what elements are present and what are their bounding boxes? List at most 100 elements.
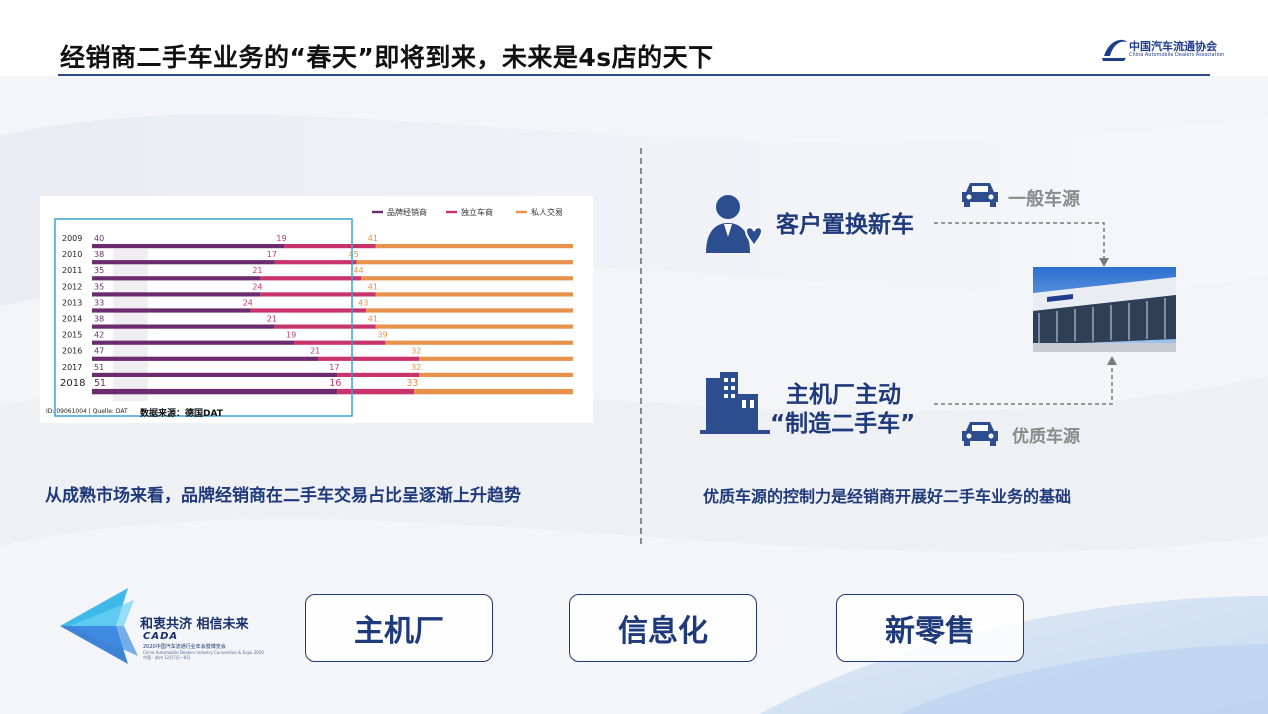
data-label: 21 — [267, 315, 277, 324]
bar-segment — [375, 244, 573, 249]
bar-segment — [92, 356, 319, 361]
general-source-label: 一般车源 — [1008, 189, 1080, 210]
year-tick-label: 2018 — [60, 378, 85, 389]
data-label: 19 — [286, 331, 296, 340]
data-label: 24 — [252, 282, 262, 291]
button-oem[interactable]: 主机厂 — [305, 594, 493, 662]
logo-en-text: China Automobile Dealers Association — [1129, 52, 1225, 58]
data-label: 24 — [243, 298, 253, 307]
left-caption: 从成熟市场来看，品牌经销商在二手车交易占比呈逐渐上升趋势 — [45, 486, 521, 506]
bar-segment — [92, 292, 261, 297]
bar-segment — [419, 356, 573, 361]
year-tick-label: 2010 — [62, 250, 82, 259]
bar-segment — [260, 276, 362, 281]
title-underline — [58, 74, 1210, 76]
data-label: 42 — [94, 331, 104, 340]
cada-logo: 中国汽车流通协会 China Automobile Dealers Associ… — [1100, 36, 1224, 64]
customer-trade-in-label: 客户置换新车 — [776, 212, 914, 238]
right-caption: 优质车源的控制力是经销商开展好二手车业务的基础 — [703, 487, 1072, 506]
bar-segment — [318, 356, 420, 361]
data-label: 51 — [94, 378, 106, 389]
data-label: 41 — [368, 234, 378, 243]
bar-segment — [92, 276, 261, 281]
year-tick-label: 2014 — [62, 315, 82, 324]
year-tick-label: 2009 — [62, 234, 82, 243]
chart-source: 数据来源：德国DAT — [140, 409, 223, 419]
data-label: 33 — [94, 298, 104, 307]
bar-segment — [419, 372, 573, 377]
data-label: 16 — [329, 378, 341, 389]
data-label: 45 — [349, 250, 359, 259]
bar-segment — [92, 340, 295, 345]
data-label: 32 — [411, 363, 421, 372]
legend-label: 私人交易 — [531, 207, 563, 217]
bar-segment — [260, 292, 376, 297]
bar-segment — [375, 324, 573, 329]
bar-segment — [92, 372, 338, 377]
bar-segment — [294, 340, 386, 345]
bar-segment — [92, 308, 251, 313]
year-tick-label: 2012 — [62, 282, 82, 291]
data-label: 17 — [267, 250, 277, 259]
data-label: 44 — [353, 266, 363, 275]
data-label: 17 — [329, 363, 339, 372]
event-cada: CADA — [143, 631, 179, 642]
legend-label: 品牌经销商 — [387, 207, 427, 217]
data-label: 38 — [94, 315, 104, 324]
year-tick-label: 2016 — [62, 347, 82, 356]
data-label: 47 — [94, 347, 104, 356]
data-label: 43 — [358, 298, 368, 307]
bar-segment — [92, 260, 275, 265]
quality-source-label: 优质车源 — [1012, 427, 1080, 447]
bar-segment — [92, 388, 338, 395]
cada-logo-mark-icon — [1102, 39, 1127, 61]
data-label: 33 — [406, 378, 418, 389]
data-label: 41 — [368, 315, 378, 324]
chart-svg: l品牌经销商 独立车商 私人交易2009 40 19 412010 38 17 452011 35… — [54, 207, 573, 423]
bar-segment — [414, 388, 573, 395]
car-icon — [962, 183, 998, 207]
bar-segment — [284, 244, 376, 249]
data-label: 21 — [252, 266, 262, 275]
factory-icon — [700, 372, 770, 434]
dealer-share-chart: l 品牌经销商 独立车商 私人交易 2009 40 19 41 2010 38 17 45 2011 35… — [40, 196, 593, 423]
dealership-photo — [1033, 267, 1176, 352]
data-label: 21 — [310, 347, 320, 356]
bar-segment — [274, 324, 376, 329]
data-label: 35 — [94, 282, 104, 291]
bar-segment — [361, 276, 573, 281]
car-icon — [962, 422, 998, 446]
data-label: 32 — [411, 347, 421, 356]
year-tick-label: 2015 — [62, 331, 82, 340]
data-label: 51 — [94, 363, 104, 372]
bar-segment — [92, 244, 285, 249]
year-tick-label: 2017 — [62, 363, 82, 372]
data-label: 40 — [94, 234, 104, 243]
button-new-retail[interactable]: 新零售 — [836, 594, 1024, 662]
event-name: 2020中国汽车流通行业年会暨博览会 — [143, 644, 226, 650]
bar-segment — [385, 340, 573, 345]
data-label: 19 — [276, 234, 286, 243]
customer-heart-icon — [706, 195, 764, 253]
bar-segment — [337, 372, 420, 377]
data-label: 35 — [94, 266, 104, 275]
chart-footer-id: ID: 09061004 | Quelle: DAT — [46, 408, 128, 415]
bar-segment — [92, 324, 275, 329]
data-label: 38 — [94, 250, 104, 259]
bar-segment — [375, 292, 573, 297]
slide-title: 经销商二手车业务的“春天”即将到来，未来是4s店的天下 — [60, 43, 714, 72]
legend-label: 独立车商 — [461, 207, 493, 217]
bar-segment — [250, 308, 367, 313]
button-informatization[interactable]: 信息化 — [569, 594, 757, 662]
year-tick-label: 2013 — [62, 298, 82, 307]
data-label: 39 — [377, 331, 387, 340]
event-date-location: 中国 · 苏州 12月7日—8日 — [143, 655, 191, 660]
bar-segment — [366, 308, 573, 313]
center-divider — [640, 148, 642, 544]
event-slogan: 和衷共济 相信未来 — [140, 617, 249, 632]
bar-segment — [356, 260, 573, 265]
year-tick-label: 2011 — [62, 266, 82, 275]
data-label: 41 — [368, 282, 378, 291]
bar-segment — [337, 388, 415, 395]
bar-segment — [274, 260, 357, 265]
